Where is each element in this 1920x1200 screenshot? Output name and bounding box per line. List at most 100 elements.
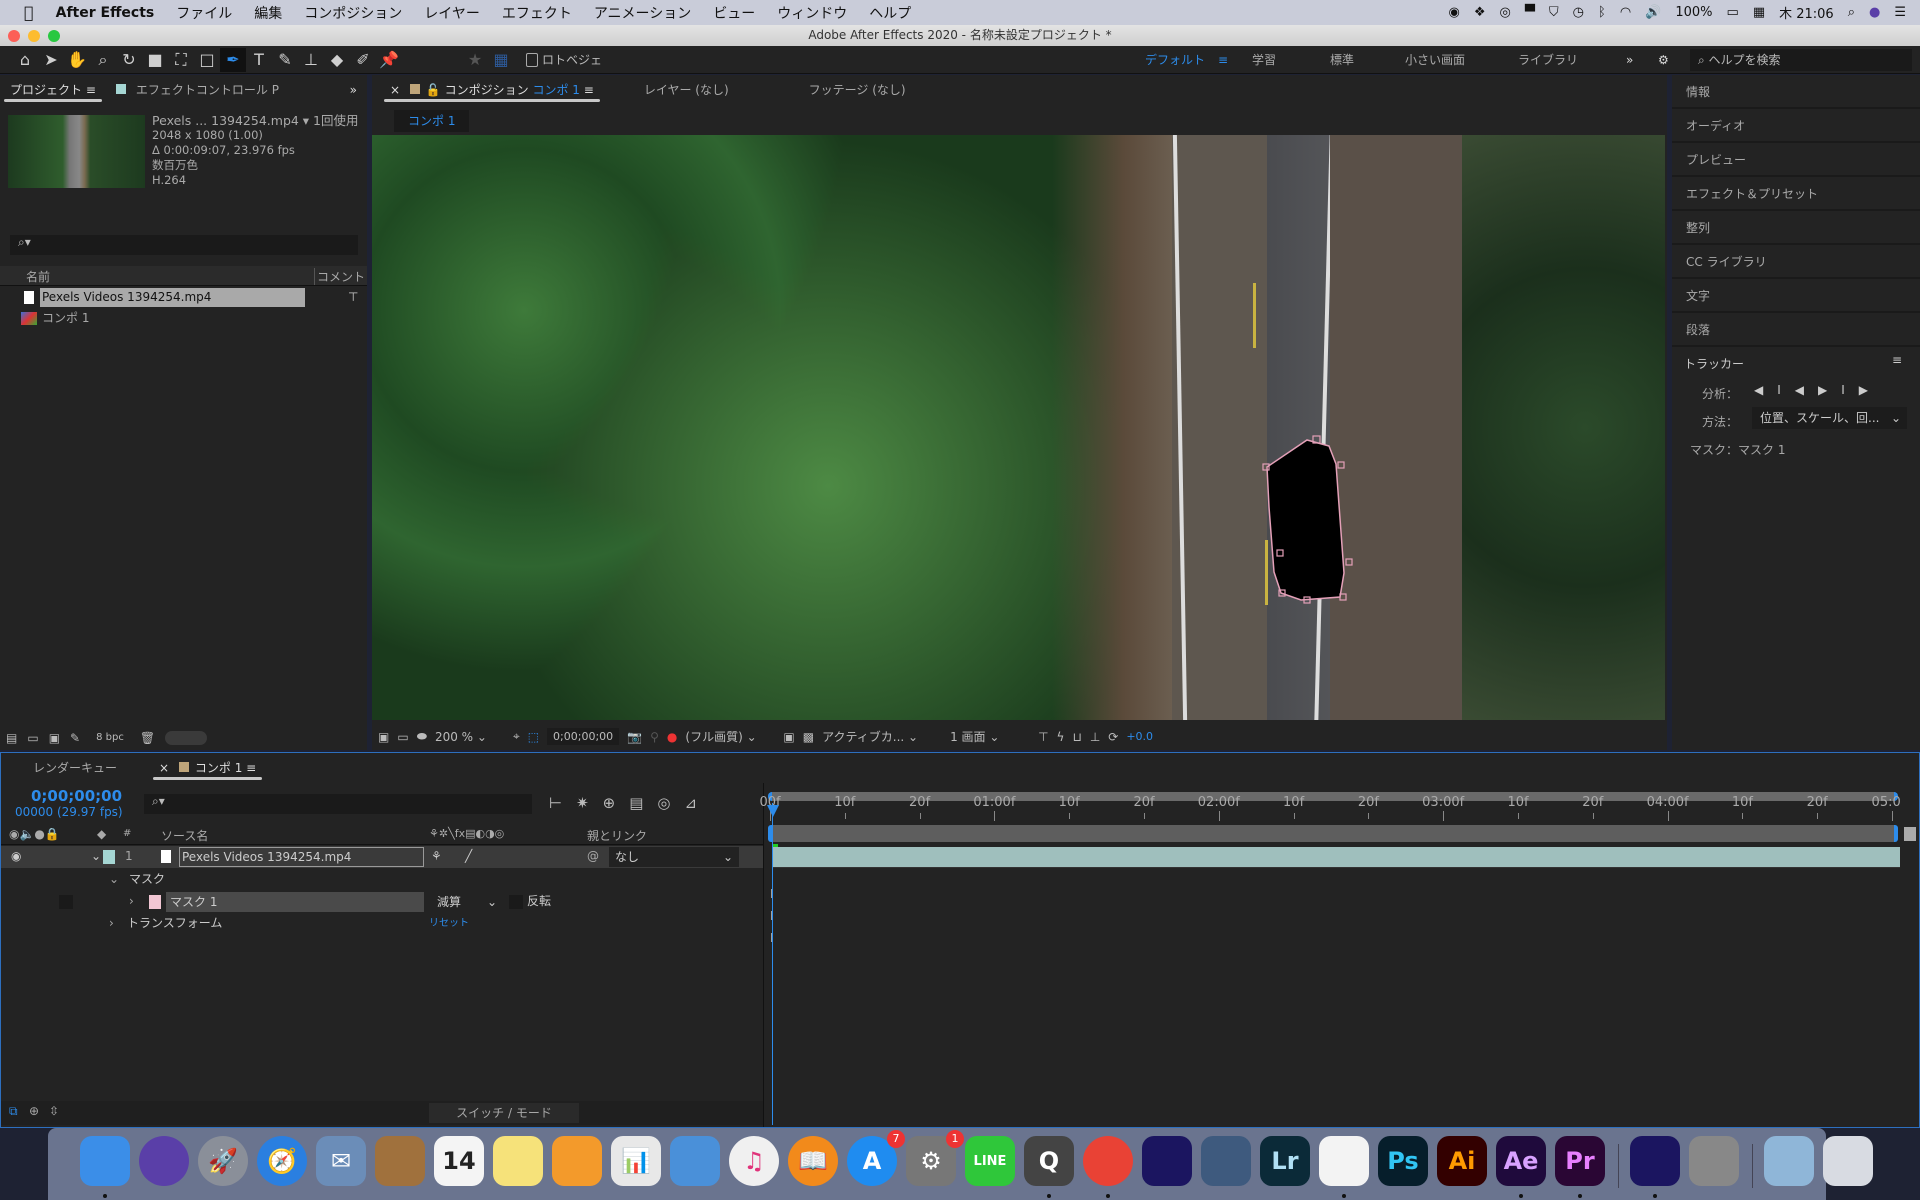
new-folder-icon[interactable]: ▭: [27, 731, 38, 745]
switches-modes-toggle[interactable]: スイッチ / モード: [429, 1103, 579, 1123]
close-window-button[interactable]: [8, 30, 20, 42]
notification-center-icon[interactable]: ☰: [1894, 5, 1906, 20]
mask-visibility-icon[interactable]: ⬬: [417, 729, 427, 744]
expand-mask-icon[interactable]: ›: [129, 891, 134, 912]
mask-overlay[interactable]: [372, 135, 1665, 720]
mask-row[interactable]: › マスク 1 減算 ⌄ 反転: [1, 891, 763, 913]
expand-transform-icon[interactable]: ›: [109, 913, 114, 934]
dock-safari-icon[interactable]: 🧭: [257, 1136, 307, 1186]
analyze-back-one-icon[interactable]: ◀I: [1754, 383, 1795, 397]
wifi-icon[interactable]: ◠: [1620, 5, 1631, 20]
star-icon[interactable]: ★: [462, 48, 488, 72]
dock-mail-icon[interactable]: ✉: [316, 1136, 366, 1186]
siri-icon[interactable]: ●: [1869, 5, 1880, 20]
dock-trash-icon[interactable]: [1823, 1136, 1873, 1186]
flag-icon[interactable]: ▦: [1753, 5, 1765, 20]
menu-animation[interactable]: アニメーション: [594, 3, 691, 23]
app-menu[interactable]: After Effects: [56, 5, 155, 21]
channel-icon[interactable]: ●: [667, 730, 677, 744]
rotobezier-checkbox[interactable]: [526, 52, 538, 67]
expand-masks-icon[interactable]: ⌄: [109, 869, 119, 890]
spotlight-icon[interactable]: ⌕: [1848, 5, 1855, 20]
dock-premiere-icon[interactable]: Pr: [1555, 1136, 1605, 1198]
battery-text[interactable]: 100%: [1675, 5, 1712, 20]
shield-icon[interactable]: ⛉: [1549, 5, 1559, 20]
toggle-mask-path-icon[interactable]: ⬚: [528, 730, 539, 744]
shy-layers-icon[interactable]: ⊕: [603, 794, 616, 812]
drive-icon[interactable]: ▀: [1525, 5, 1535, 20]
layer-name-field[interactable]: Pexels Videos 1394254.mp4: [179, 847, 424, 867]
battery-icon[interactable]: ▭: [1727, 5, 1739, 20]
visibility-eye-icon[interactable]: ◉: [11, 846, 21, 867]
dock-bull-app-icon[interactable]: [1201, 1136, 1251, 1186]
dock-numbers-icon[interactable]: 📊: [611, 1136, 661, 1186]
exposure-reset-icon[interactable]: ⟳: [1108, 730, 1118, 744]
panel-character[interactable]: 文字: [1672, 279, 1920, 313]
exposure-value[interactable]: +0.0: [1126, 730, 1153, 743]
workspace-menu-icon[interactable]: ≡: [1218, 46, 1228, 74]
dock-preview-images-icon[interactable]: [1764, 1136, 1814, 1186]
help-search-input[interactable]: ⌕ ヘルプを検索: [1690, 49, 1912, 71]
workspace-libraries[interactable]: ライブラリ: [1518, 46, 1578, 74]
panel-paragraph[interactable]: 段落: [1672, 313, 1920, 347]
workspace-more[interactable]: »: [1626, 46, 1633, 74]
menu-help[interactable]: ヘルプ: [869, 3, 911, 23]
transparency-grid-icon[interactable]: ▩: [803, 730, 814, 744]
tab-footage[interactable]: フッテージ (なし): [799, 75, 916, 105]
panel-audio[interactable]: オーディオ: [1672, 109, 1920, 143]
trash-icon[interactable]: 🗑: [140, 731, 155, 745]
tab-comp-timeline[interactable]: × コンポ 1 ≡: [149, 753, 266, 783]
current-time-field[interactable]: 0;00;00;00: [547, 728, 620, 745]
panel-cc-libraries[interactable]: CC ライブラリ: [1672, 245, 1920, 279]
home-icon[interactable]: ⌂: [12, 48, 38, 72]
workspace-default[interactable]: デフォルト: [1145, 46, 1205, 74]
dock-siri-icon[interactable]: [139, 1136, 189, 1186]
playhead[interactable]: [772, 803, 773, 1125]
menu-composition[interactable]: コンポジション: [304, 3, 402, 23]
analyze-forward-icon[interactable]: ▶: [1818, 383, 1841, 397]
pickwhip-icon[interactable]: @: [587, 846, 599, 867]
transform-row[interactable]: › トランスフォーム リセット: [1, 913, 763, 934]
rotate-tool-icon[interactable]: ↻: [116, 48, 142, 72]
column-parent[interactable]: 親とリンク: [587, 827, 647, 844]
brush-icon[interactable]: ✎: [70, 731, 80, 745]
always-preview-icon[interactable]: ▣: [378, 730, 389, 744]
project-search-input[interactable]: ⌕▾: [10, 235, 358, 255]
interpret-footage-icon[interactable]: ▤: [6, 731, 17, 745]
dock-lightroom-icon[interactable]: Lr: [1260, 1136, 1310, 1186]
column-name[interactable]: 名前: [26, 268, 50, 285]
quality-switch-icon[interactable]: ╱: [465, 846, 472, 867]
work-area-bar[interactable]: [768, 825, 1898, 842]
time-machine-icon[interactable]: ◷: [1573, 5, 1584, 20]
zoom-select[interactable]: 200 % ⌄: [435, 730, 505, 744]
invert-checkbox[interactable]: [509, 895, 523, 909]
mask-mode-select[interactable]: 減算 ⌄: [431, 892, 501, 912]
dock-keynote-icon[interactable]: [670, 1136, 720, 1186]
project-item-footage[interactable]: Pexels Videos 1394254.mp4 ⊤: [0, 287, 367, 308]
snapshot-icon[interactable]: 📷: [627, 730, 642, 744]
show-snapshot-icon[interactable]: ⚲: [650, 730, 659, 744]
brush-tool-icon[interactable]: ✎: [272, 48, 298, 72]
clone-stamp-tool-icon[interactable]: ⊥: [298, 48, 324, 72]
motion-blur-icon[interactable]: ◎: [657, 794, 670, 812]
workspace-learn[interactable]: 学習: [1252, 46, 1276, 74]
timeline-search-input[interactable]: ⌕▾: [144, 794, 532, 814]
column-source-name[interactable]: ソース名: [161, 827, 208, 844]
zoom-window-button[interactable]: [48, 30, 60, 42]
workspace-settings-icon[interactable]: ⚙: [1658, 46, 1669, 74]
comp-end-marker[interactable]: [1904, 827, 1916, 841]
expand-layer-icon[interactable]: ⌄: [91, 846, 101, 867]
time-ruler[interactable]: 00f 10f 20f 01:00f 10f 20f 02:00f 10f 20f 03:00f 1…: [759, 783, 1901, 823]
pen-tool-icon[interactable]: ✒: [220, 47, 246, 72]
dock-books-icon[interactable]: 📖: [788, 1136, 838, 1186]
mask-color-swatch[interactable]: [149, 895, 161, 909]
workspace-standard[interactable]: 標準: [1330, 46, 1354, 74]
playhead-handle[interactable]: [767, 805, 779, 817]
pan-behind-tool-icon[interactable]: ⛶: [168, 48, 194, 72]
project-scrollbar[interactable]: [165, 730, 208, 745]
layer-duration-bar[interactable]: [772, 847, 1900, 867]
dock-itunes-icon[interactable]: ♫: [729, 1136, 779, 1186]
dock-quicktime-icon[interactable]: Q: [1024, 1136, 1074, 1198]
fast-previews-icon[interactable]: ▣: [783, 730, 794, 744]
current-timecode[interactable]: 0;00;00;00: [31, 787, 122, 805]
